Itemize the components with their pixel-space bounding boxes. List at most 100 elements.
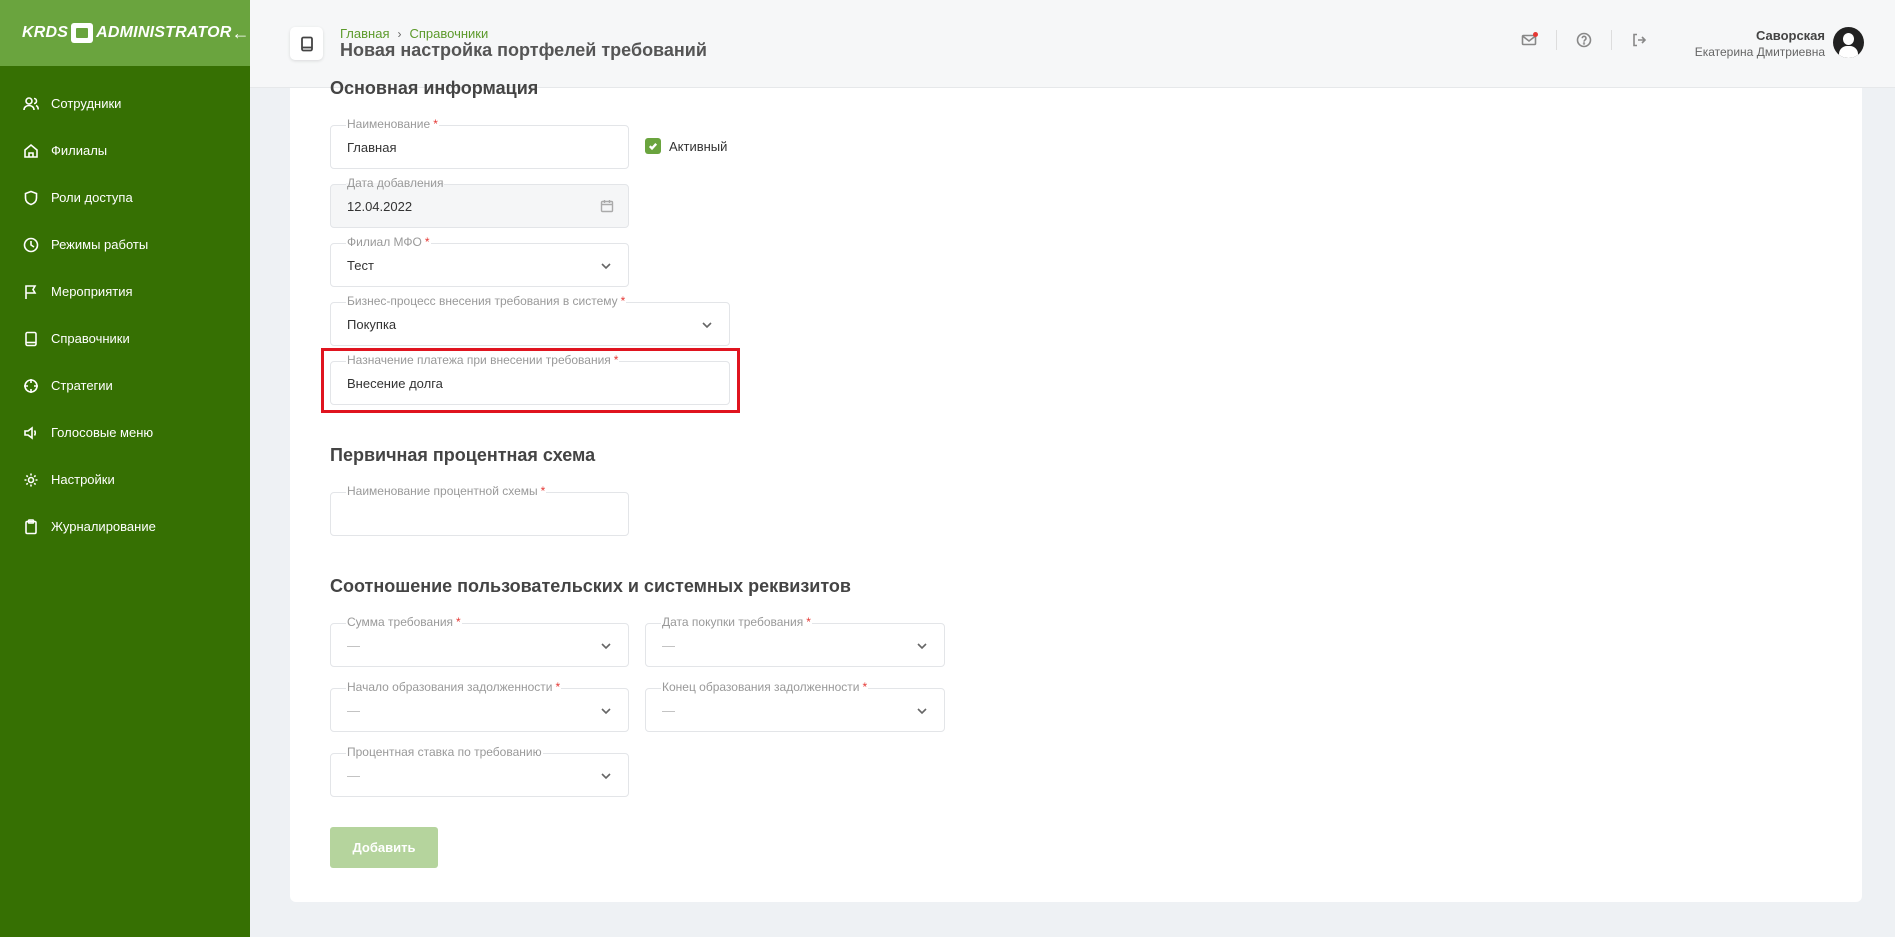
sidebar-item-branches[interactable]: Филиалы [0,127,250,174]
help-icon[interactable] [1575,31,1593,49]
debt-end-select[interactable]: Конец образования задолженности * — [645,680,945,732]
header-actions [1520,30,1648,50]
home-icon [23,143,39,159]
user-last-name: Саворская [1755,28,1825,43]
sidebar-item-employees[interactable]: Сотрудники [0,80,250,127]
logo[interactable]: KRDS ADMINISTRATOR [22,23,231,43]
field-value: — [347,768,360,783]
interest-scheme-field[interactable]: Наименование процентной схемы * [330,484,629,536]
mail-icon[interactable] [1520,31,1538,49]
chevron-down-icon [701,318,713,330]
date-added-field: Дата добавления 12.04.2022 [330,176,629,228]
field-label: Филиал МФО * [346,235,431,249]
logo-right-text: ADMINISTRATOR [96,24,232,41]
field-label: Сумма требования * [346,615,462,629]
sidebar-item-label: Филиалы [51,143,108,158]
sidebar-item-events[interactable]: Мероприятия [0,268,250,315]
form-card: Основная информация Наименование * Главна… [290,78,1862,902]
field-label: Процентная ставка по требованию [346,745,543,759]
field-label: Наименование * [346,117,439,131]
avatar[interactable] [1833,27,1864,58]
field-label: Наименование процентной схемы * [346,484,547,498]
gear-icon [23,472,39,488]
calendar-icon [600,199,614,213]
page-title: Новая настройка портфелей требований [340,40,707,60]
section-title-mapping: Соотношение пользовательских и системных… [330,576,851,596]
sidebar-item-settings[interactable]: Настройки [0,456,250,503]
shield-icon [23,190,39,206]
sidebar-item-label: Настройки [51,472,115,487]
book-icon [23,331,39,347]
breadcrumb-separator-icon: › [397,26,402,41]
field-value: Покупка [347,317,397,332]
arrow-left-icon[interactable]: ← [231,23,249,44]
top-header: Главная › Справочники Новая настройка по… [250,0,1895,88]
speaker-icon [23,425,39,441]
sidebar-nav: Сотрудники Филиалы Роли доступа Режимы р… [0,66,250,550]
divider [1556,30,1557,50]
notification-dot [1533,32,1538,37]
sidebar-item-label: Мероприятия [51,284,133,299]
field-value: 12.04.2022 [347,199,413,214]
sidebar-item-strategies[interactable]: Стратегии [0,362,250,409]
sidebar-item-work-modes[interactable]: Режимы работы [0,221,250,268]
chevron-down-icon [916,704,928,716]
sidebar-item-label: Справочники [51,331,130,346]
checkmark-icon [645,138,661,154]
interest-rate-select[interactable]: Процентная ставка по требованию — [330,745,629,797]
field-label: Бизнес-процесс внесения требования в сис… [346,294,627,308]
name-field[interactable]: Наименование * Главная [330,117,629,169]
logo-cube-icon [71,23,94,43]
section-title-interest: Первичная процентная схема [330,445,596,465]
sidebar-item-label: Голосовые меню [51,425,154,440]
chevron-down-icon [600,704,612,716]
user-info[interactable]: Саворская Екатерина Дмитриевна [1695,28,1825,59]
field-value: — [662,703,675,718]
active-label: Активный [669,138,728,154]
add-button[interactable]: Добавить [330,827,438,868]
section-title-main: Основная информация [330,78,539,98]
sidebar-item-access-roles[interactable]: Роли доступа [0,174,250,221]
sidebar-header: KRDS ADMINISTRATOR ← [0,0,250,66]
branch-select[interactable]: Филиал МФО * Тест [330,235,629,287]
debt-start-select[interactable]: Начало образования задолженности * — [330,680,629,732]
crosshair-icon [23,378,39,394]
sidebar-item-label: Журналирование [51,519,156,534]
sidebar-item-label: Стратегии [51,378,113,393]
breadcrumb: Главная › Справочники [340,26,488,41]
field-label: Дата добавления [346,176,445,190]
field-label: Начало образования задолженности * [346,680,562,694]
field-label: Дата покупки требования * [661,615,812,629]
breadcrumb-directories-link[interactable]: Справочники [409,26,488,41]
logo-left-text: KRDS [22,24,69,41]
chevron-down-icon [600,639,612,651]
active-checkbox[interactable]: Активный [645,138,727,154]
chevron-down-icon [600,259,612,271]
field-value: — [347,703,360,718]
field-value: — [347,638,360,653]
sidebar-item-directories[interactable]: Справочники [0,315,250,362]
sidebar-item-logging[interactable]: Журналирование [0,503,250,550]
purchase-date-select[interactable]: Дата покупки требования * — [645,615,945,667]
sidebar: KRDS ADMINISTRATOR ← Сотрудники Филиалы … [0,0,250,937]
flag-icon [23,284,39,300]
chevron-down-icon [600,769,612,781]
field-label: Конец образования задолженности * [661,680,869,694]
sidebar-item-voice-menus[interactable]: Голосовые меню [0,409,250,456]
sidebar-item-label: Сотрудники [51,96,122,111]
sidebar-item-label: Режимы работы [51,237,149,252]
user-first-name: Екатерина Дмитриевна [1694,45,1825,59]
chevron-down-icon [916,639,928,651]
field-value: Тест [347,258,374,273]
users-icon [23,96,39,112]
claim-amount-select[interactable]: Сумма требования * — [330,615,629,667]
field-value: — [662,638,675,653]
sidebar-item-label: Роли доступа [51,190,133,205]
highlight-box [321,348,740,413]
logout-icon[interactable] [1630,31,1648,49]
directory-book-icon[interactable] [290,27,323,60]
breadcrumb-home-link[interactable]: Главная [340,26,389,41]
business-process-select[interactable]: Бизнес-процесс внесения требования в сис… [330,294,730,346]
clipboard-icon [23,518,39,535]
clock-icon [23,237,39,253]
